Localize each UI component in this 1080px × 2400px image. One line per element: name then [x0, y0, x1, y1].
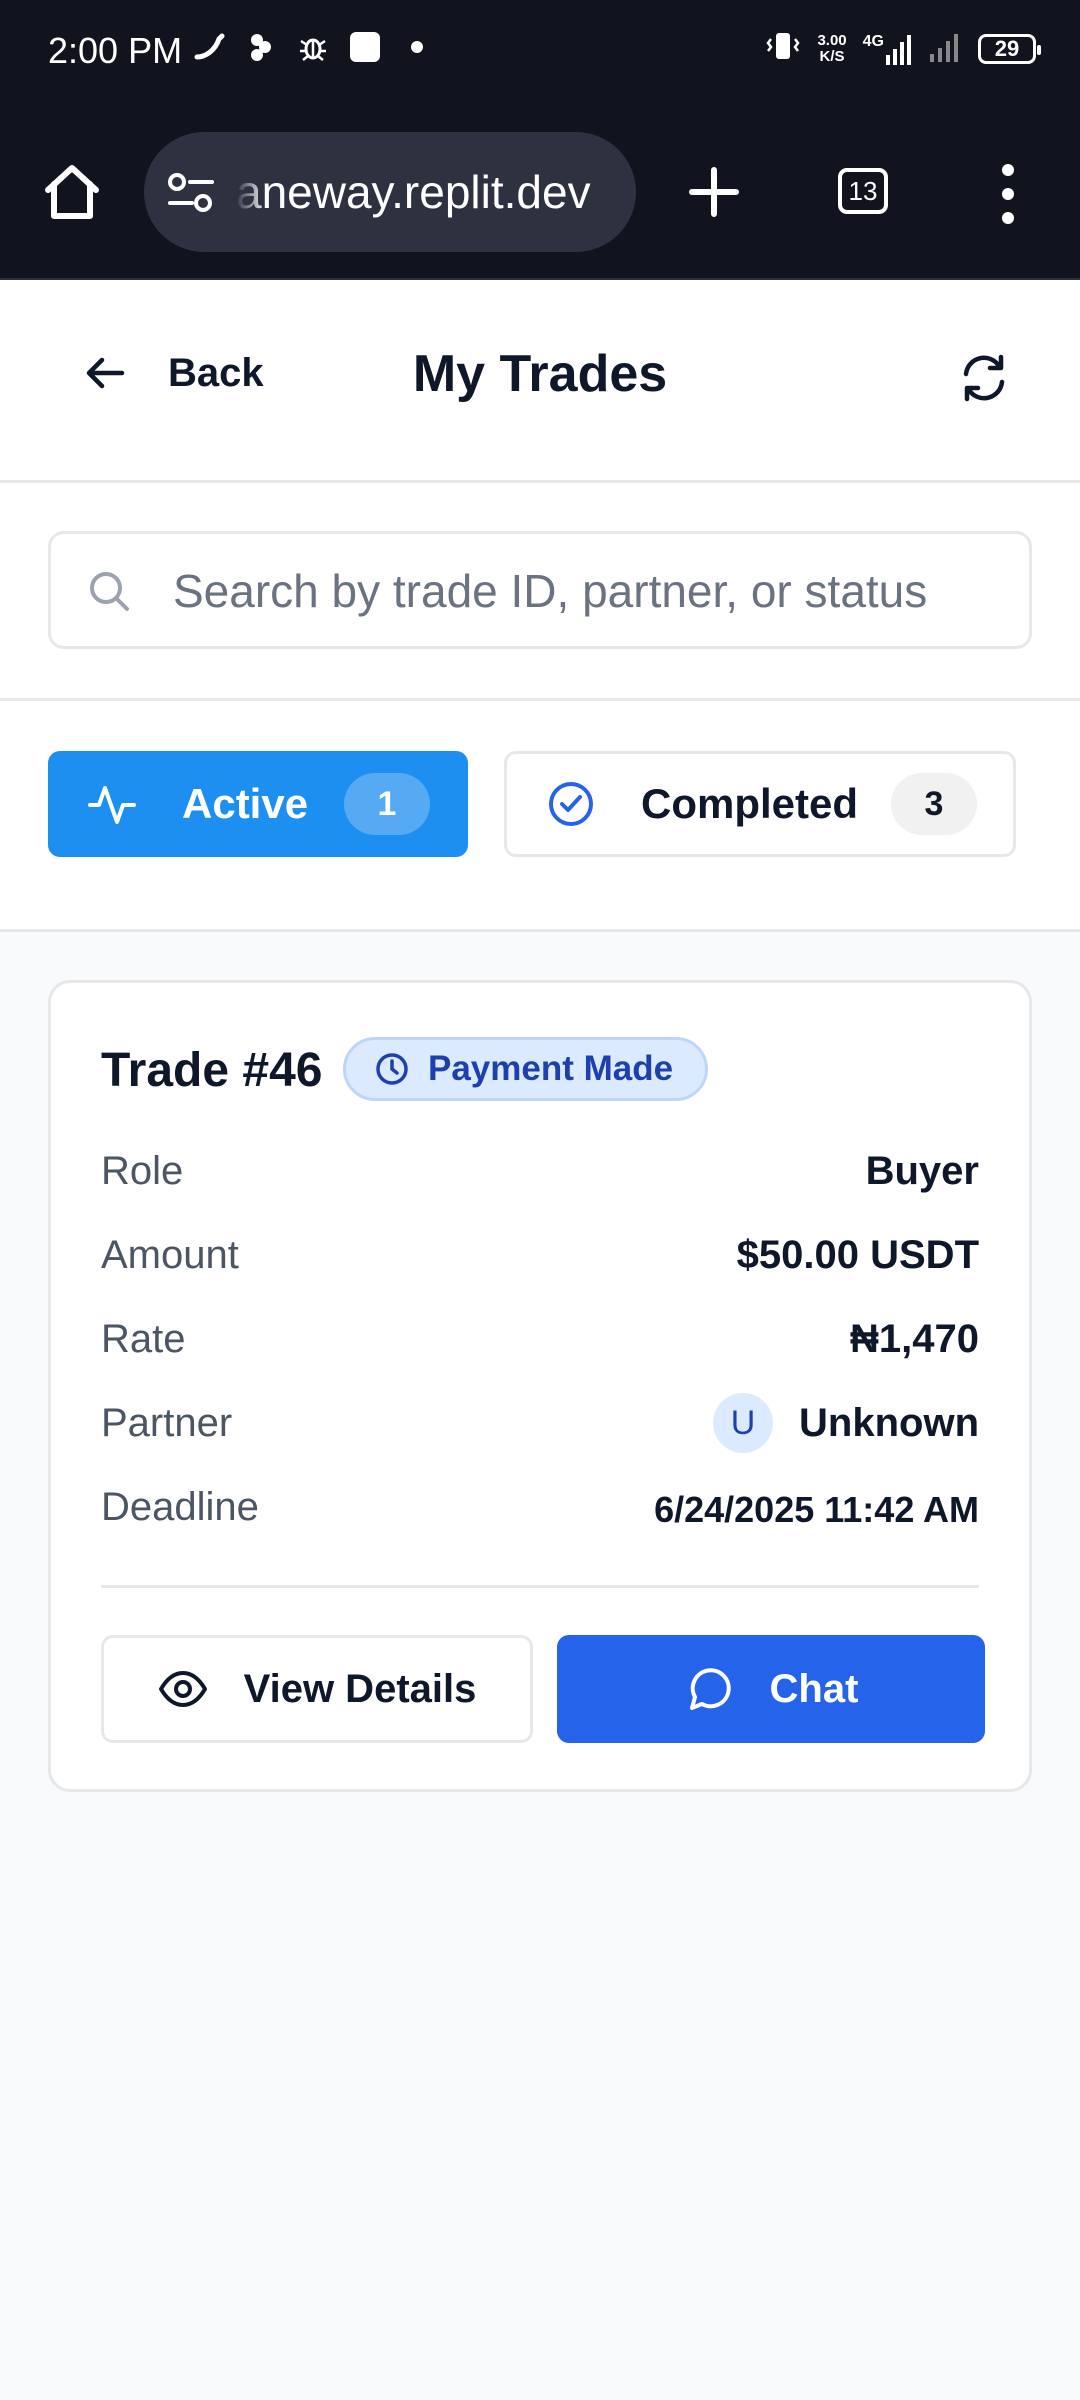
new-tab-icon[interactable] — [686, 164, 742, 220]
browser-toolbar: aneway.replit.dev 13 — [0, 110, 1080, 280]
message-circle-icon — [689, 1668, 731, 1710]
net-speed-value: 3.00 — [817, 31, 847, 49]
search-input[interactable] — [171, 554, 975, 628]
net-speed-unit: K/S — [819, 47, 845, 65]
partner-name: Unknown — [799, 1400, 979, 1445]
activity-icon — [88, 786, 136, 824]
app-notification-icon — [244, 30, 278, 64]
more-notifications-dot-icon — [400, 30, 434, 64]
url-fade — [236, 164, 266, 220]
trade-title: Trade #46 — [101, 1044, 323, 1097]
site-settings-icon[interactable] — [168, 172, 214, 214]
card-divider — [101, 1585, 979, 1588]
search-section — [0, 483, 1080, 701]
amount-row: Amount $50.00 USDT — [101, 1225, 979, 1285]
check-circle-icon — [549, 782, 593, 826]
status-bar: 2:00 PM 3.00 K/S 4G 29 — [0, 0, 1080, 110]
role-label: Role — [101, 1149, 184, 1193]
page-title: My Trades — [412, 345, 668, 403]
square-notification-icon — [348, 30, 382, 64]
battery-icon: 29 — [978, 33, 1041, 64]
app-header: Back My Trades — [0, 280, 1080, 483]
chili-icon — [192, 30, 226, 64]
network-type: 4G — [862, 32, 884, 50]
eye-icon — [158, 1671, 207, 1707]
status-time: 2:00 PM — [48, 30, 183, 71]
signal-4g-icon: 4G — [863, 33, 912, 65]
chat-button[interactable]: Chat — [557, 1635, 985, 1743]
tab-active-label: Active — [182, 780, 309, 827]
search-box[interactable] — [48, 531, 1032, 649]
tab-completed[interactable]: Completed 3 — [504, 751, 1016, 857]
deadline-row: Deadline 6/24/2025 11:42 AM — [101, 1477, 979, 1537]
clock-icon — [376, 1053, 408, 1085]
notification-icons — [192, 30, 434, 64]
tab-switcher-button[interactable]: 13 — [838, 168, 888, 214]
partner-row: Partner U Unknown — [101, 1393, 979, 1453]
partner-info: U Unknown — [713, 1393, 979, 1453]
status-text: Payment Made — [428, 1049, 674, 1088]
amount-label: Amount — [101, 1233, 239, 1277]
home-icon[interactable] — [40, 160, 104, 224]
tab-active-count: 1 — [344, 773, 430, 835]
chat-label: Chat — [769, 1666, 859, 1711]
tab-count: 13 — [848, 175, 878, 206]
trade-card: Trade #46 Payment Made Role Buyer Amount… — [48, 980, 1032, 1792]
deadline-value: 6/24/2025 11:42 AM — [654, 1489, 979, 1530]
rate-row: Rate ₦1,470 — [101, 1309, 979, 1369]
view-details-button[interactable]: View Details — [101, 1635, 533, 1743]
avatar: U — [713, 1393, 774, 1453]
more-vert-icon[interactable] — [990, 160, 1026, 228]
network-speed: 3.00 K/S — [817, 31, 847, 65]
url-text[interactable]: aneway.replit.dev — [236, 164, 616, 220]
status-badge: Payment Made — [343, 1037, 709, 1101]
tab-completed-label: Completed — [641, 780, 859, 827]
view-details-label: View Details — [243, 1666, 477, 1711]
rate-label: Rate — [101, 1317, 186, 1361]
role-row: Role Buyer — [101, 1141, 979, 1201]
refresh-icon[interactable] — [958, 352, 1010, 404]
amount-value: $50.00 USDT — [736, 1233, 979, 1277]
trade-tabs: Active 1 Completed 3 — [0, 701, 1080, 932]
rate-value: ₦1,470 — [850, 1317, 979, 1361]
role-value: Buyer — [865, 1149, 979, 1193]
system-indicators: 3.00 K/S 4G 29 — [765, 30, 1041, 67]
address-bar[interactable]: aneway.replit.dev — [144, 132, 636, 252]
vibrate-icon — [765, 30, 801, 67]
search-icon — [90, 572, 129, 611]
deadline-label: Deadline — [101, 1485, 259, 1529]
partner-label: Partner — [101, 1401, 233, 1445]
bug-icon — [296, 30, 330, 64]
tab-active[interactable]: Active 1 — [48, 751, 468, 857]
signal-weak-icon — [928, 30, 962, 67]
battery-level: 29 — [994, 35, 1020, 61]
tab-completed-count: 3 — [891, 773, 977, 835]
